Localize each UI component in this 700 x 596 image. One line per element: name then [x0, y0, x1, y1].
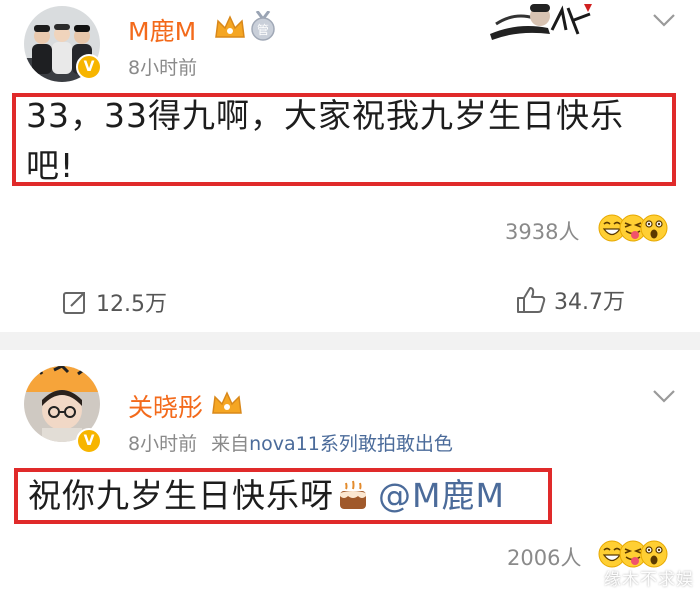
repost-button[interactable]: 12.5万 — [62, 286, 167, 318]
comment-text: 祝你九岁生日快乐呀 — [28, 476, 334, 515]
chevron-down-icon[interactable] — [652, 12, 676, 28]
crown-icon — [212, 391, 242, 414]
cake-emoji-icon — [340, 480, 366, 509]
reaction-count[interactable]: 2006人 — [507, 542, 581, 572]
repost-count: 12.5万 — [96, 292, 167, 317]
post-username[interactable]: M鹿M — [128, 12, 196, 48]
post-text: 33，33得九啊，大家祝我九岁生日快乐吧! — [26, 96, 624, 185]
reaction-emojis[interactable] — [598, 210, 668, 246]
thumbs-up-icon — [517, 287, 546, 313]
cover-art-image — [488, 0, 600, 42]
surprised-emoji-icon — [640, 214, 668, 242]
comment-time: 8小时前 — [128, 433, 198, 455]
source-label: 来自 — [211, 433, 250, 455]
medal-icon: 管 — [251, 11, 275, 41]
repost-icon — [63, 292, 85, 314]
like-button[interactable]: 34.7万 — [516, 284, 625, 316]
highlight-box: 33，33得九啊，大家祝我九岁生日快乐吧! — [12, 93, 676, 186]
post-time: 8小时前 — [128, 57, 198, 79]
crown-icon — [215, 15, 245, 38]
watermark: 缘木不求娱 — [604, 570, 694, 590]
verified-icon: V — [76, 54, 102, 80]
comment-card: V 关晓彤 8小时前 来自nova11系列敢拍敢出色 祝你九岁生日快乐呀 @M鹿M… — [0, 350, 700, 596]
surprised-emoji-icon — [640, 540, 668, 568]
reaction-count[interactable]: 3938人 — [505, 216, 579, 246]
source-device-link[interactable]: nova11系列敢拍敢出色 — [249, 433, 453, 455]
post-card: V M鹿M 管 8小时前 33，33得九啊，大家祝我九岁生日快乐吧! 3938人 — [0, 0, 700, 332]
comment-username[interactable]: 关晓彤 — [128, 388, 203, 424]
verified-icon: V — [76, 428, 102, 454]
like-count: 34.7万 — [554, 290, 625, 315]
highlight-box: 祝你九岁生日快乐呀 @M鹿M — [14, 468, 552, 524]
chevron-down-icon[interactable] — [652, 388, 676, 404]
mention-link[interactable]: @M鹿M — [378, 471, 505, 521]
medal-label: 管 — [257, 22, 269, 37]
